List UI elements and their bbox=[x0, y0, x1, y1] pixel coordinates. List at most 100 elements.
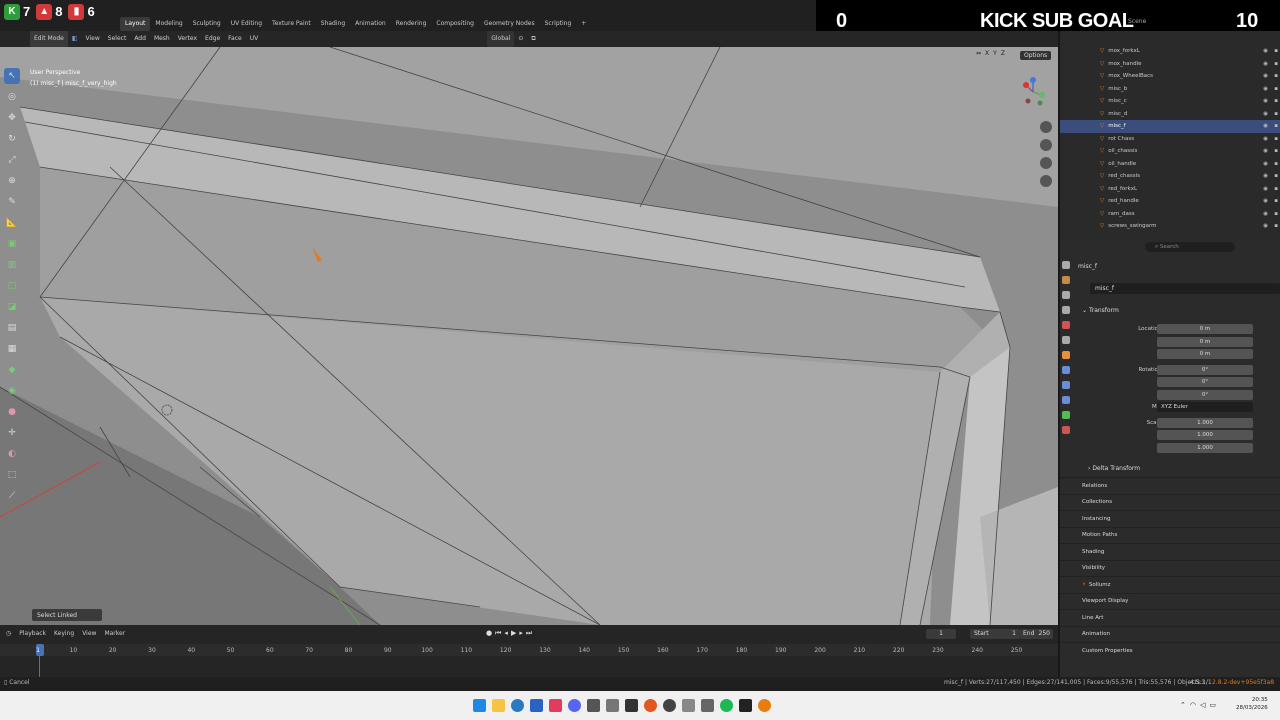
section-sollumz[interactable]: ⚡ Sollumz bbox=[1060, 576, 1280, 593]
frame-ruler[interactable]: 1 10 20 30 40 50 60 70 80 90 100 110 120 130 140 150 160… bbox=[0, 644, 1058, 656]
rip-icon[interactable]: ⟋ bbox=[4, 488, 20, 504]
select-box-icon[interactable]: ↖ bbox=[4, 68, 20, 84]
eye-icon[interactable]: ◉ bbox=[1263, 173, 1268, 179]
properties-search[interactable]: ⌕ Search bbox=[1145, 242, 1235, 252]
playback-menu[interactable]: Playback bbox=[19, 630, 46, 637]
steam-icon[interactable] bbox=[625, 699, 638, 712]
spin-icon[interactable]: ◉ bbox=[4, 383, 20, 399]
tab-scripting[interactable]: Scripting bbox=[540, 17, 577, 31]
knife-icon[interactable]: ▦ bbox=[4, 341, 20, 357]
camera-icon[interactable] bbox=[1040, 157, 1052, 169]
location-x-field[interactable]: 0 m bbox=[1157, 324, 1253, 335]
edge-icon[interactable] bbox=[511, 699, 524, 712]
speaker-icon[interactable]: ◁ bbox=[1200, 701, 1205, 709]
add-cube-icon[interactable]: ▣ bbox=[4, 236, 20, 252]
app-icon[interactable] bbox=[587, 699, 600, 712]
physics-tab-icon[interactable] bbox=[1062, 396, 1070, 404]
cursor-icon[interactable]: ◎ bbox=[4, 89, 20, 105]
measure-icon[interactable]: 📐 bbox=[4, 215, 20, 231]
outliner-item[interactable]: ▽ ram_dass ◉ ▪ bbox=[1060, 208, 1280, 221]
smooth-icon[interactable]: ● bbox=[4, 404, 20, 420]
material-tab-icon[interactable] bbox=[1062, 426, 1070, 434]
tab-animation[interactable]: Animation bbox=[350, 17, 391, 31]
eye-icon[interactable]: ◉ bbox=[1263, 48, 1268, 54]
camera-icon[interactable]: ▪ bbox=[1274, 123, 1278, 129]
object-name-field[interactable]: misc_f bbox=[1090, 283, 1280, 294]
transform-section-header[interactable]: ⌄ Transform bbox=[1082, 307, 1119, 314]
section-instancing[interactable]: Instancing bbox=[1060, 510, 1280, 527]
bevel-icon[interactable]: ◪ bbox=[4, 299, 20, 315]
vscode-icon[interactable] bbox=[530, 699, 543, 712]
jump-start-icon[interactable]: ⏮ bbox=[495, 629, 501, 638]
axis-x-toggle[interactable]: X bbox=[985, 50, 989, 57]
camera-icon[interactable]: ▪ bbox=[1274, 186, 1278, 192]
outliner-item[interactable]: ▽ red_handle ◉ ▪ bbox=[1060, 195, 1280, 208]
outliner-item[interactable]: ▽ misc_b ◉ ▪ bbox=[1060, 83, 1280, 96]
eye-icon[interactable]: ◉ bbox=[1263, 198, 1268, 204]
outliner-item[interactable]: ▽ red_forkxL ◉ ▪ bbox=[1060, 183, 1280, 196]
move-icon[interactable]: ✥ bbox=[4, 110, 20, 126]
eye-icon[interactable]: ◉ bbox=[1263, 111, 1268, 117]
section-custom-properties[interactable]: Custom Properties bbox=[1060, 642, 1280, 659]
section-animation[interactable]: Animation bbox=[1060, 625, 1280, 643]
section-collections[interactable]: Collections bbox=[1060, 493, 1280, 511]
scale-z-field[interactable]: 1.000 bbox=[1157, 442, 1253, 453]
camera-icon[interactable]: ▪ bbox=[1274, 223, 1278, 229]
uv-menu[interactable]: UV bbox=[246, 31, 263, 47]
tab-geometry-nodes[interactable]: Geometry Nodes bbox=[479, 17, 540, 31]
add-workspace-button[interactable]: + bbox=[576, 17, 591, 31]
wifi-icon[interactable]: ◠ bbox=[1190, 701, 1196, 709]
vertex-select-icon[interactable]: ◧ bbox=[68, 31, 82, 47]
particles-tab-icon[interactable] bbox=[1062, 381, 1070, 389]
chevron-up-icon[interactable]: ⌃ bbox=[1180, 701, 1186, 709]
section-line-art[interactable]: Line Art bbox=[1060, 609, 1280, 626]
record-icon[interactable]: ● bbox=[486, 629, 492, 638]
pivot-icon[interactable]: ⊙ bbox=[514, 31, 527, 47]
eye-icon[interactable]: ◉ bbox=[1263, 98, 1268, 104]
prev-keyframe-icon[interactable]: ◂ bbox=[504, 629, 508, 638]
eye-icon[interactable]: ◉ bbox=[1263, 73, 1268, 79]
app-icon[interactable] bbox=[739, 699, 752, 712]
app-icon[interactable] bbox=[663, 699, 676, 712]
eye-icon[interactable]: ◉ bbox=[1263, 123, 1268, 129]
spotify-icon[interactable] bbox=[720, 699, 733, 712]
camera-icon[interactable]: ▪ bbox=[1274, 86, 1278, 92]
camera-icon[interactable]: ▪ bbox=[1274, 148, 1278, 154]
next-keyframe-icon[interactable]: ▸ bbox=[519, 629, 523, 638]
transform-icon[interactable]: ⊕ bbox=[4, 173, 20, 189]
render-tab-icon[interactable] bbox=[1062, 276, 1070, 284]
hand-icon[interactable] bbox=[1040, 139, 1052, 151]
operator-panel[interactable]: Select Linked bbox=[32, 609, 102, 621]
3d-viewport[interactable]: User Perspective (1) misc_f | misc_f_ver… bbox=[0, 47, 1058, 625]
grid-icon[interactable] bbox=[1040, 175, 1052, 187]
poly-build-icon[interactable]: ◆ bbox=[4, 362, 20, 378]
clock[interactable]: 20:35 28/03/2026 bbox=[1236, 696, 1268, 712]
rotation-mode-dropdown[interactable]: XYZ Euler bbox=[1157, 402, 1253, 413]
outliner-item[interactable]: ▽ oil_handle ◉ ▪ bbox=[1060, 158, 1280, 171]
select-menu[interactable]: Select bbox=[104, 31, 131, 47]
loop-cut-icon[interactable]: ▤ bbox=[4, 320, 20, 336]
tab-compositing[interactable]: Compositing bbox=[431, 17, 479, 31]
scale-x-field[interactable]: 1.000 bbox=[1157, 417, 1253, 428]
scene-label[interactable]: Scene bbox=[1128, 18, 1146, 25]
outliner-item[interactable]: ▽ rot Chass ◉ ▪ bbox=[1060, 133, 1280, 146]
section-visibility[interactable]: Visibility bbox=[1060, 559, 1280, 577]
axis-z-toggle[interactable]: Z bbox=[1001, 50, 1005, 57]
end-frame-field[interactable]: End 250 bbox=[1020, 629, 1053, 639]
location-z-field[interactable]: 0 m bbox=[1157, 349, 1253, 360]
outliner-item[interactable]: ▽ oil_chassis ◉ ▪ bbox=[1060, 145, 1280, 158]
tab-texture-paint[interactable]: Texture Paint bbox=[267, 17, 316, 31]
scale-y-field[interactable]: 1.000 bbox=[1157, 430, 1253, 441]
tool-tab-icon[interactable] bbox=[1062, 261, 1070, 269]
eye-icon[interactable]: ◉ bbox=[1263, 211, 1268, 217]
eye-icon[interactable]: ◉ bbox=[1263, 223, 1268, 229]
snap-icon[interactable]: ⧉ bbox=[527, 31, 539, 47]
rotation-x-field[interactable]: 0° bbox=[1157, 364, 1253, 375]
view-menu[interactable]: View bbox=[82, 31, 104, 47]
camera-icon[interactable]: ▪ bbox=[1274, 111, 1278, 117]
current-frame-field[interactable]: 1 bbox=[926, 629, 956, 639]
file-explorer-icon[interactable] bbox=[492, 699, 505, 712]
axis-y-toggle[interactable]: Y bbox=[993, 50, 997, 57]
play-icon[interactable]: ▶ bbox=[511, 629, 516, 638]
eye-icon[interactable]: ◉ bbox=[1263, 161, 1268, 167]
